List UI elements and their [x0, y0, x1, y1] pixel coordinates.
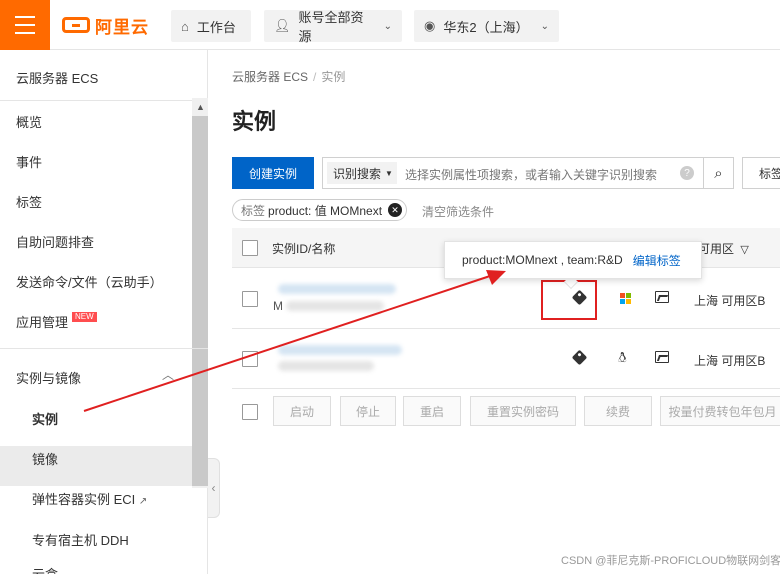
- chevron-up-icon[interactable]: ︿: [162, 366, 174, 383]
- filter-chip: 标签 product: 值 MOMnext ✕: [232, 199, 408, 221]
- stop-button[interactable]: 停止: [340, 396, 396, 426]
- sidebar-item-instances[interactable]: 实例: [32, 409, 58, 428]
- monitor-icon[interactable]: [655, 351, 669, 363]
- tooltip-tags: product:MOMnext , team:R&D: [462, 253, 623, 267]
- breadcrumb: 云服务器 ECS / 实例: [232, 68, 345, 85]
- page-title: 实例: [232, 109, 277, 134]
- breadcrumb-current: 实例: [321, 70, 346, 84]
- clear-filter-link[interactable]: 清空筛选条件: [422, 203, 494, 220]
- filter-funnel-icon[interactable]: ▽: [740, 244, 748, 256]
- reset-password-button[interactable]: 重置实例密码: [470, 396, 576, 426]
- sidebar-item-ddh[interactable]: 专有宿主机 DDH: [32, 530, 129, 549]
- column-instance-id[interactable]: 实例ID/名称: [272, 240, 335, 257]
- redacted-instance-name: [286, 301, 384, 311]
- logo-mark-icon: [62, 17, 90, 33]
- main-content: 云服务器 ECS / 实例 实例 创建实例 识别搜索 ▼ 选择实例属性项搜索，或者输…: [208, 50, 780, 574]
- sidebar-item-label: 弹性容器实例 ECI: [32, 492, 136, 507]
- batch-select-checkbox[interactable]: [242, 404, 258, 420]
- renew-button[interactable]: 续费: [584, 396, 652, 426]
- tag-filter-button[interactable]: 标签: [742, 157, 780, 189]
- sidebar-item-app-management[interactable]: 应用管理 NEW: [16, 312, 97, 331]
- column-zone-label: 可用区: [698, 242, 735, 256]
- sidebar-item-images[interactable]: 镜像: [32, 449, 58, 468]
- region-selector[interactable]: ◉ 华东2（上海） ⌄: [414, 10, 559, 42]
- brand-name: 阿里云: [95, 17, 149, 37]
- breadcrumb-ecs[interactable]: 云服务器 ECS: [232, 70, 308, 84]
- divider: [0, 100, 208, 101]
- create-instance-button[interactable]: 创建实例: [232, 157, 314, 189]
- sidebar-active-highlight: [0, 446, 192, 486]
- zone-cell: 上海 可用区B: [694, 354, 766, 368]
- search-button[interactable]: ⌕: [704, 157, 734, 189]
- sidebar-item-eci[interactable]: 弹性容器实例 ECI ↗: [32, 489, 147, 508]
- redacted-instance-name: [278, 361, 374, 371]
- filter-key: 标签: [241, 203, 266, 218]
- sidebar-section-instances-images[interactable]: 实例与镜像: [16, 368, 81, 387]
- chevron-down-icon: ⌄: [383, 20, 392, 32]
- search-box[interactable]: 识别搜索 ▼ 选择实例属性项搜索，或者输入关键字识别搜索 ?: [322, 157, 704, 189]
- row-checkbox[interactable]: [242, 351, 258, 367]
- external-link-icon: ↗: [138, 496, 148, 507]
- home-icon: ⌂: [181, 18, 189, 34]
- workbench-label: 工作台: [196, 19, 236, 35]
- search-icon: ⌕: [714, 164, 723, 182]
- chevron-down-icon: ⌄: [540, 20, 549, 32]
- column-zone: 可用区 ▽: [698, 240, 749, 257]
- user-icon: 👤︎: [274, 18, 291, 33]
- tag-icon[interactable]: [571, 349, 588, 366]
- sidebar-item-tags[interactable]: 标签: [16, 192, 42, 211]
- region-label: 华东2（上海）: [443, 19, 529, 35]
- linux-icon: 🐧︎: [618, 349, 627, 365]
- sidebar-item-cloudbox[interactable]: 云盒: [32, 564, 58, 574]
- windows-icon: [620, 293, 631, 304]
- redacted-instance-id: [278, 345, 402, 355]
- menu-icon[interactable]: [0, 0, 50, 50]
- sidebar-item-label: 应用管理: [16, 315, 69, 330]
- start-button[interactable]: 启动: [273, 396, 331, 426]
- redacted-instance-id: [278, 284, 396, 294]
- divider: [0, 348, 208, 349]
- sidebar-title: 云服务器 ECS: [16, 71, 99, 86]
- brand-logo[interactable]: 阿里云: [62, 13, 149, 37]
- sidebar-item-events[interactable]: 事件: [16, 152, 42, 171]
- caret-down-icon: ▼: [385, 168, 393, 178]
- scroll-up-icon[interactable]: ▲: [196, 102, 205, 112]
- convert-billing-button[interactable]: 按量付费转包年包月: [660, 396, 780, 426]
- remove-filter-icon[interactable]: ✕: [388, 203, 403, 217]
- sidebar-item-overview[interactable]: 概览: [16, 112, 42, 131]
- search-type-label: 识别搜索: [333, 166, 382, 181]
- help-icon[interactable]: ?: [680, 166, 694, 180]
- restart-button[interactable]: 重启: [403, 396, 461, 426]
- zone-cell: 上海 可用区B: [694, 294, 766, 308]
- breadcrumb-separator: /: [313, 70, 317, 84]
- sidebar: 云服务器 ECS ▲ 概览 事件 标签 自助问题排查 发送命令/文件（云助手） …: [0, 50, 208, 574]
- table-row: 🐧︎ 上海 可用区B: [232, 329, 780, 389]
- instance-name-prefix[interactable]: M: [273, 299, 283, 313]
- tag-tooltip: product:MOMnext , team:R&D 编辑标签: [444, 241, 702, 279]
- batch-actions: 启动 停止 重启 重置实例密码 续费 按量付费转包年包月: [232, 394, 780, 430]
- monitor-icon[interactable]: [655, 291, 669, 303]
- top-bar: 阿里云 ⌂ 工作台 👤︎ 账号全部资源 ⌄ ◉ 华东2（上海） ⌄: [0, 0, 780, 50]
- workbench-button[interactable]: ⌂ 工作台: [171, 10, 251, 42]
- sidebar-item-cloud-assistant[interactable]: 发送命令/文件（云助手）: [16, 272, 163, 291]
- sidebar-scrollbar[interactable]: [192, 116, 208, 486]
- new-badge: NEW: [72, 312, 97, 322]
- filter-value: product: 值 MOMnext: [268, 203, 383, 218]
- resource-selector[interactable]: 👤︎ 账号全部资源 ⌄: [264, 10, 402, 44]
- select-all-checkbox[interactable]: [242, 240, 258, 256]
- edit-tags-link[interactable]: 编辑标签: [633, 252, 681, 269]
- watermark: CSDN @菲尼克斯-PROFICLOUD物联网剑客: [561, 555, 780, 567]
- resource-label: 账号全部资源: [298, 10, 364, 44]
- search-input[interactable]: 选择实例属性项搜索，或者输入关键字识别搜索: [405, 166, 657, 183]
- sidebar-item-troubleshoot[interactable]: 自助问题排查: [16, 232, 94, 251]
- location-icon: ◉: [424, 18, 436, 33]
- search-type-select[interactable]: 识别搜索 ▼: [327, 162, 397, 184]
- row-checkbox[interactable]: [242, 291, 258, 307]
